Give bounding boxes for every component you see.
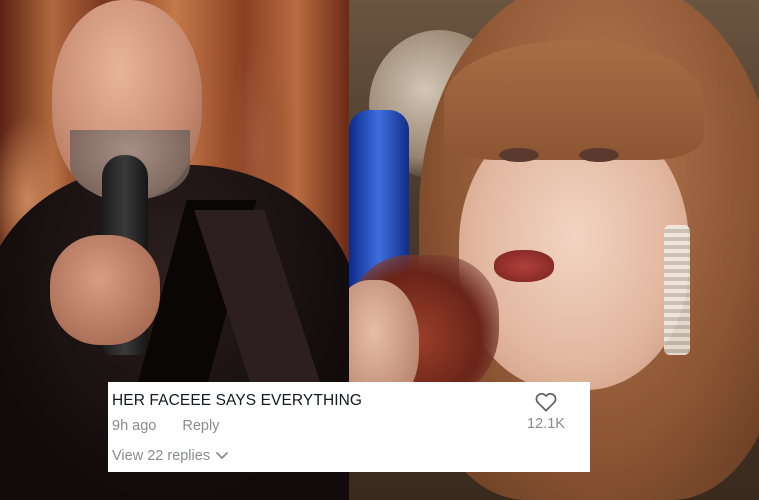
- bangs: [444, 40, 704, 160]
- eye-right: [579, 148, 619, 162]
- meme-image: HER FACEEE SAYS EVERYTHING 9h ago Reply …: [0, 0, 759, 500]
- like-section: 12.1K: [524, 392, 568, 432]
- lips: [494, 250, 554, 282]
- view-replies-label: View 22 replies: [112, 448, 211, 464]
- chevron-down-icon: [216, 452, 228, 460]
- like-count: 12.1K: [527, 416, 565, 432]
- comment-meta: 9h ago Reply: [112, 418, 219, 434]
- reply-button[interactable]: Reply: [182, 418, 219, 434]
- comment-text: HER FACEEE SAYS EVERYTHING: [112, 392, 363, 409]
- eye-left: [499, 148, 539, 162]
- comment-card: HER FACEEE SAYS EVERYTHING 9h ago Reply …: [108, 382, 590, 472]
- earring: [664, 225, 690, 355]
- hand-holding-mic: [50, 235, 160, 345]
- comment-timestamp: 9h ago: [112, 418, 157, 434]
- view-replies-button[interactable]: View 22 replies: [112, 448, 228, 464]
- heart-outline-icon[interactable]: [535, 392, 557, 412]
